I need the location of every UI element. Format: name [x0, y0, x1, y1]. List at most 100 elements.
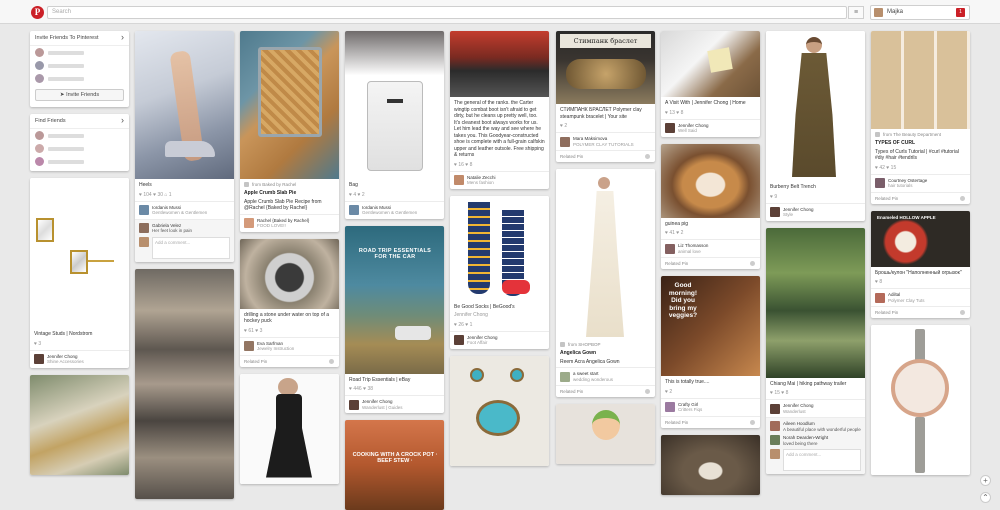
friend-row[interactable]	[30, 46, 129, 59]
pin-card[interactable]: Стимпанк браслет СТИМПАНК БРАСЛЕТ Polyme…	[556, 31, 655, 162]
pin-card[interactable]: drilling a stone under water on top of a…	[240, 238, 339, 367]
pin-card[interactable]	[661, 434, 760, 495]
pinner[interactable]: Eva Sarfman Jewelry Instruction	[240, 336, 339, 355]
pin-image[interactable]	[240, 238, 339, 309]
friend-row[interactable]	[30, 129, 129, 142]
pinner[interactable]: Jennifer Chong Well Said	[661, 118, 760, 137]
comment-input[interactable]: Add a comment...	[152, 236, 230, 259]
pinner[interactable]: Natalie Zecchi Mens fashion	[450, 170, 549, 189]
pin-card[interactable]: Burberry Belt Trench ♥ 9 Jennifer Chong S…	[766, 31, 865, 221]
pin-image[interactable]	[766, 227, 865, 378]
notification-badge[interactable]: 1	[956, 8, 965, 17]
pin-card[interactable]: ROAD TRIP ESSENTIALS FOR THE CAR Road Tr…	[345, 225, 444, 413]
pin-image[interactable]	[766, 31, 865, 181]
pin-image[interactable]	[30, 374, 129, 475]
menu-icon[interactable]: ≡	[848, 6, 864, 19]
pin-card[interactable]	[450, 355, 549, 466]
search-input[interactable]: Search	[47, 6, 847, 19]
pin-image[interactable]: Enameled HOLLOW APPLE	[871, 210, 970, 267]
avatar	[244, 218, 254, 228]
pin-image[interactable]	[556, 169, 655, 339]
invite-friends-button[interactable]: ➤ Invite Friends	[35, 89, 124, 101]
column-4: Bag ♥ 4 ♥ 2 Iordanis Mussi Gentlewomen & …	[345, 31, 444, 510]
pin-image[interactable]: Стимпанк браслет	[556, 31, 655, 104]
related-pin-link[interactable]: Related Pin	[871, 306, 970, 318]
pin-stats: ♥ 2	[665, 388, 673, 395]
pinner[interactable]: Courtney Ostertage hair tutorials	[871, 173, 970, 192]
friend-row[interactable]	[30, 142, 129, 155]
pin-card[interactable]: guinea pig ♥ 41 ♥ 2 Liz Thomasson animal …	[661, 143, 760, 269]
related-pin-link[interactable]: Related Pin	[240, 354, 339, 367]
pin-card[interactable]: COOKING WITH A CROCK POT · BEEF STEW ·	[345, 420, 444, 510]
pin-image[interactable]	[240, 373, 339, 484]
pin-image[interactable]	[871, 31, 970, 129]
pin-image[interactable]	[871, 325, 970, 475]
pin-image[interactable]	[661, 143, 760, 218]
pin-card[interactable]	[135, 268, 234, 499]
pin-source[interactable]: from The Beauty Department	[871, 129, 970, 137]
pin-card[interactable]: from Baked by Rachel Apple Crumb Slab Pi…	[240, 31, 339, 232]
friend-row[interactable]	[30, 155, 129, 171]
related-pin-link[interactable]: Related Pin	[871, 191, 970, 204]
pin-card[interactable]: Enameled HOLLOW APPLE Брошь/кулон "Напол…	[871, 210, 970, 318]
user-button[interactable]: Majka 1	[870, 5, 970, 20]
pin-card[interactable]: from SHOPBOP Angelica Gown Reem Acra Ang…	[556, 169, 655, 397]
related-pin-link[interactable]: Related Pin	[661, 415, 760, 428]
pin-image[interactable]	[661, 434, 760, 495]
pin-image[interactable]	[450, 195, 549, 301]
find-title[interactable]: Find Friends	[30, 114, 129, 129]
pin-image[interactable]	[556, 404, 655, 464]
pin-card[interactable]	[240, 373, 339, 484]
related-pin-link[interactable]: Related Pin	[556, 150, 655, 162]
pinner[interactable]: Jennifer Chong Wanderlust	[766, 399, 865, 417]
pin-image[interactable]	[240, 31, 339, 179]
pinner[interactable]: Jennifer Chong Shine Accessories	[30, 349, 129, 368]
pinner[interactable]: Mara Maksimova POLYMER CLAY TUTORIALS	[556, 132, 655, 150]
pin-image[interactable]	[450, 31, 549, 97]
pinner[interactable]: Crafty Girl Critters Fiqs	[661, 397, 760, 416]
pin-card[interactable]: Chiang Mai | hiking pathway trailer ♥ 15…	[766, 227, 865, 474]
pinner[interactable]: Iordanis Mussi Gentlewomen & Gentlemen	[345, 200, 444, 219]
pin-card[interactable]: Bag ♥ 4 ♥ 2 Iordanis Mussi Gentlewomen & …	[345, 31, 444, 219]
pinner[interactable]: Jennifer Chong Foot Affair	[450, 330, 549, 349]
pinner[interactable]: Liz Thomasson animal love	[661, 239, 760, 257]
pin-image[interactable]	[450, 355, 549, 466]
pin-image[interactable]: ROAD TRIP ESSENTIALS FOR THE CAR	[345, 225, 444, 374]
scroll-top-button[interactable]: ⌃	[980, 492, 991, 503]
pin-image[interactable]	[30, 178, 129, 328]
pin-card[interactable]	[871, 325, 970, 475]
pinterest-logo[interactable]: P	[31, 6, 44, 19]
pin-card[interactable]: from The Beauty Department TYPES OF CURL…	[871, 31, 970, 204]
pin-card[interactable]	[30, 374, 129, 475]
pinner[interactable]: Jennifer Chong Style	[766, 202, 865, 221]
pin-image[interactable]	[135, 268, 234, 499]
related-pin-link[interactable]: Related Pin	[661, 257, 760, 269]
pin-image[interactable]	[345, 31, 444, 179]
pin-image[interactable]: COOKING WITH A CROCK POT · BEEF STEW ·	[345, 420, 444, 510]
pin-card[interactable]: Vintage Studs | Nordstrom ♥ 3 Jennifer C…	[30, 178, 129, 368]
pinner[interactable]: Iordanis Mussi Gentlewomen & Gentlemen	[135, 200, 234, 219]
pin-source[interactable]: from Baked by Rachel	[240, 179, 339, 187]
avatar	[560, 136, 570, 147]
friend-row[interactable]	[30, 72, 129, 85]
pinner[interactable]: a sweet start wedding wonderous	[556, 367, 655, 385]
add-pin-button[interactable]: +	[980, 475, 991, 486]
comment-input[interactable]: Add a comment...	[783, 449, 861, 471]
pin-card[interactable]: Good morning! Did you bring my veggies? …	[661, 276, 760, 428]
friend-row[interactable]	[30, 59, 129, 72]
pinner[interactable]: Adiltal Polymer Clay Tuts	[871, 288, 970, 306]
invite-title[interactable]: Invite Friends To Pinterest	[30, 31, 129, 46]
pinner[interactable]: Jennifer Chong Wanderlust | Guides	[345, 395, 444, 413]
pin-card[interactable]: The general of the ranks. the Carter win…	[450, 31, 549, 189]
pin-card[interactable]: Be Good Socks | BeGood's Jennifer Chong …	[450, 195, 549, 349]
pin-card[interactable]: A Visit With | Jennifer Chong | Home ♥ 1…	[661, 31, 760, 137]
pin-image[interactable]	[135, 31, 234, 179]
pinner[interactable]: Rachel {Baked by Rachel} FOOD LOVE!!	[240, 213, 339, 232]
related-pin-link[interactable]: Related Pin	[556, 385, 655, 397]
pin-image[interactable]: Good morning! Did you bring my veggies?	[661, 276, 760, 376]
pin-image[interactable]	[661, 31, 760, 97]
avatar	[875, 178, 885, 188]
pin-card[interactable]: Heels ♥ 104 ♥ 30 ⌂ 1 Iordanis Mussi Gentl…	[135, 31, 234, 262]
pin-card[interactable]	[556, 404, 655, 464]
pin-source[interactable]: from SHOPBOP	[556, 339, 655, 347]
